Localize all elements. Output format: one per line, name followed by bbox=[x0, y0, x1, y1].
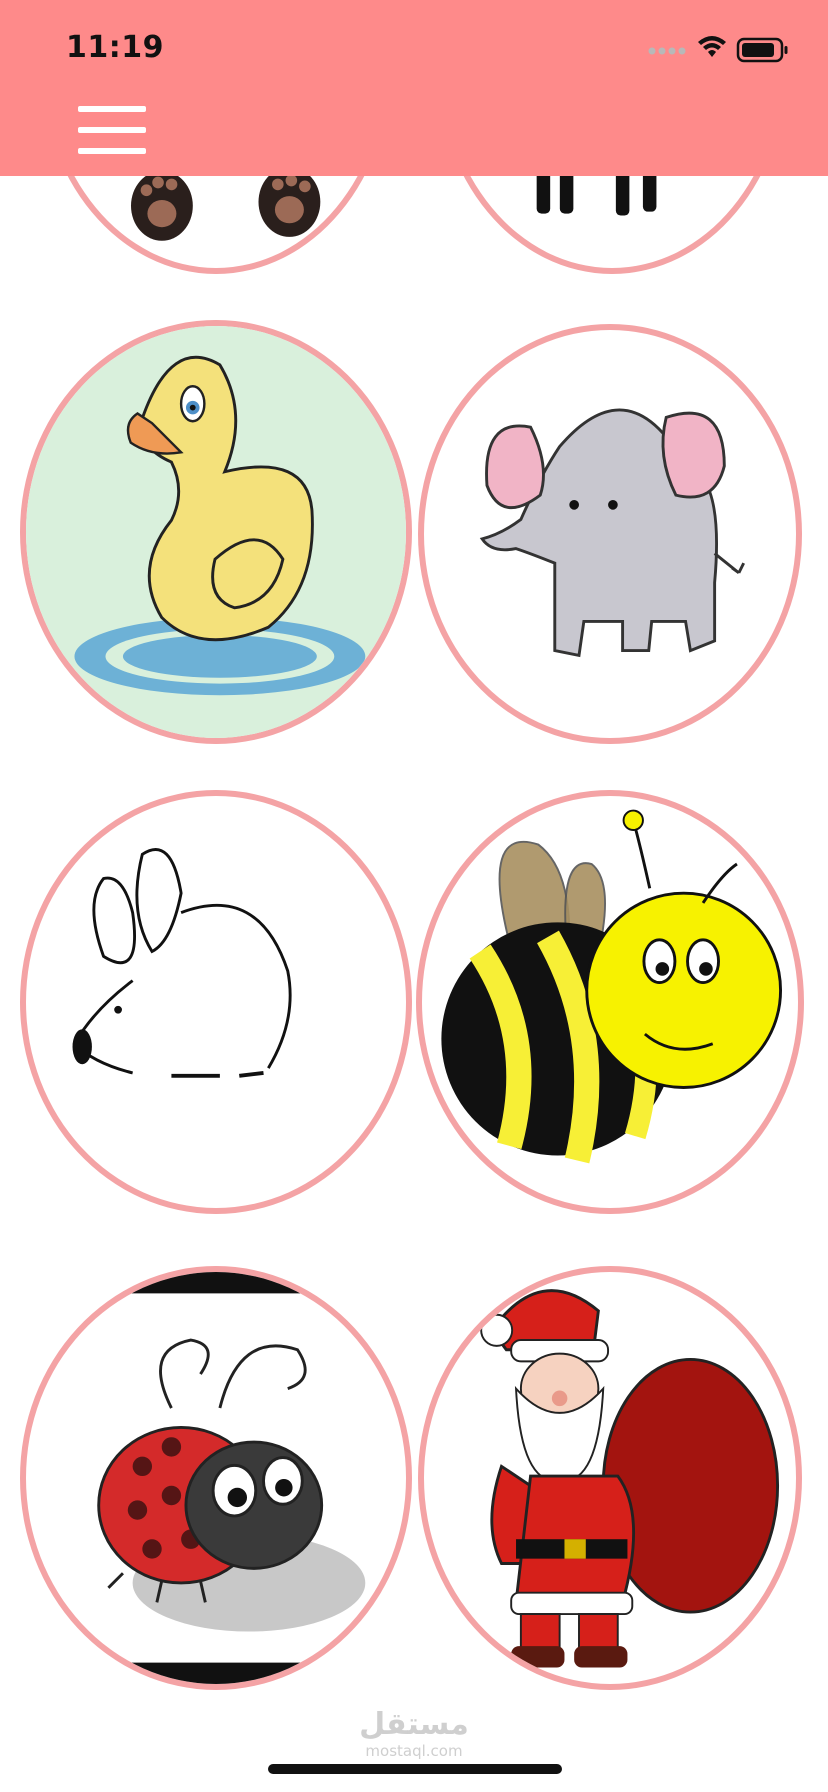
watermark-latin: mostaql.com bbox=[365, 1742, 463, 1760]
status-icons bbox=[646, 34, 796, 64]
status-time: 11:19 bbox=[66, 30, 164, 65]
watermark: مستقل mostaql.com bbox=[0, 1707, 828, 1761]
wifi-icon bbox=[698, 36, 726, 57]
drawing-thumbnail-duck[interactable] bbox=[20, 320, 412, 744]
home-indicator[interactable] bbox=[268, 1764, 562, 1774]
drawing-thumbnail-mouse[interactable] bbox=[20, 790, 412, 1214]
battery-icon bbox=[736, 37, 788, 63]
drawing-thumbnail-santa-claus[interactable] bbox=[418, 1266, 802, 1690]
app-screen: 11:19 مستقل mostaql.com bbox=[0, 0, 828, 1792]
drawing-thumbnail-elephant[interactable] bbox=[418, 324, 802, 744]
hamburger-menu-icon[interactable] bbox=[78, 106, 146, 154]
drawing-thumbnail-bee[interactable] bbox=[416, 790, 804, 1214]
app-header: 11:19 bbox=[0, 0, 828, 176]
watermark-arabic: مستقل bbox=[359, 1707, 469, 1742]
signal-icon bbox=[648, 47, 686, 55]
drawing-thumbnail-ladybug[interactable] bbox=[20, 1266, 412, 1690]
